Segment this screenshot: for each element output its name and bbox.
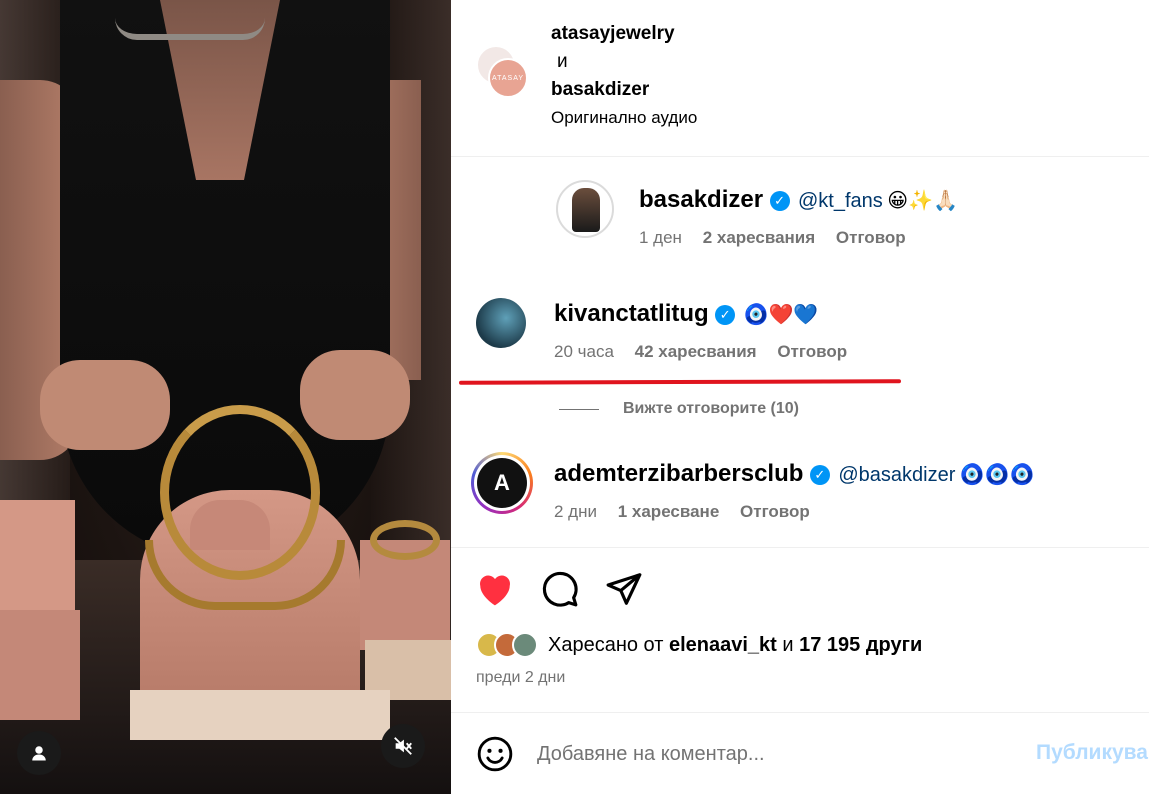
comment-input[interactable] [537, 737, 1017, 771]
comment-emojis: 😀✨🙏🏻 [887, 190, 958, 212]
post-actions: Харесано от elenaavi_kt и 17 195 други п… [451, 547, 1149, 712]
comment-mention[interactable]: @basakdizer [838, 464, 955, 486]
author-conjunction: и [557, 51, 568, 72]
comment-likes[interactable]: 1 харесване [618, 502, 720, 521]
gold-collar-necklace [160, 405, 320, 580]
verified-icon: ✓ [715, 305, 736, 325]
bust-base [130, 690, 390, 740]
comment-time[interactable]: 2 дни [554, 502, 597, 521]
comment-avatar[interactable] [556, 180, 614, 238]
smile-icon[interactable] [476, 735, 514, 773]
annotation-underline [458, 379, 902, 385]
comment-meta: 20 часа 42 харесвания Отговор [554, 342, 863, 362]
comment-body: ademterzibarbersclub ✓ @basakdizer 🧿🧿🧿 2… [554, 460, 1035, 522]
comment-time[interactable]: 20 часа [554, 342, 614, 361]
post-details-panel: ATASAY atasayjewelry и basakdizer Оригин… [451, 0, 1149, 794]
view-replies-button[interactable]: Вижте отговорите (10) [559, 400, 799, 418]
liked-by-user[interactable]: elenaavi_kt [669, 634, 777, 656]
post-header: ATASAY atasayjewelry и basakdizer Оригин… [451, 0, 1149, 157]
replies-divider [559, 408, 599, 410]
liker-avatar[interactable] [512, 632, 538, 658]
liked-by-prefix: Харесано от [548, 633, 664, 656]
comment-time[interactable]: 1 ден [639, 228, 682, 247]
comment-emojis: 🧿🧿🧿 [959, 464, 1035, 486]
avatar-logo-text: ATASAY [491, 74, 525, 82]
liked-by-others[interactable]: 17 195 други [799, 634, 922, 656]
verified-icon: ✓ [809, 465, 830, 485]
model-hand-left [40, 360, 170, 450]
post-comment-button[interactable]: Публикувай [1036, 741, 1149, 765]
comment-likes[interactable]: 42 харесвания [635, 342, 757, 361]
comment-avatar[interactable] [476, 298, 526, 348]
author-link-2[interactable]: basakdizer [551, 76, 697, 104]
comment-username[interactable]: basakdizer [639, 186, 763, 213]
muted-speaker-icon [394, 737, 412, 755]
comment-username[interactable]: kivanctatlitug [554, 300, 709, 327]
audio-link[interactable]: Оригинално аудио [551, 104, 697, 132]
comment-avatar[interactable]: A [471, 452, 533, 514]
comment-likes[interactable]: 2 харесвания [703, 228, 815, 247]
avatar-atasayjewelry[interactable]: ATASAY [488, 58, 528, 98]
view-replies-label: Вижте отговорите (10) [623, 400, 799, 417]
liked-by-text: Харесано от elenaavi_kt и 17 195 други [548, 634, 922, 657]
choker-necklace [115, 18, 265, 40]
liked-by: Харесано от elenaavi_kt и 17 195 други [476, 632, 922, 658]
comment-body: kivanctatlitug ✓ 🧿❤️💙 20 часа 42 харесва… [554, 300, 863, 362]
display-box-left-lower [0, 610, 80, 720]
reply-button[interactable]: Отговор [740, 502, 810, 521]
comment-meta: 1 ден 2 харесвания Отговор [639, 228, 958, 248]
comment-mention[interactable]: @kt_fans [798, 190, 883, 212]
bangle-bracelet [370, 520, 440, 560]
comment-username[interactable]: ademterzibarbersclub [554, 460, 803, 487]
action-icons [475, 570, 643, 608]
model-hand-right [300, 350, 410, 440]
post-time[interactable]: преди 2 дни [476, 669, 565, 687]
comment-icon[interactable] [541, 570, 579, 608]
mute-toggle-button[interactable] [381, 724, 425, 768]
reply-button[interactable]: Отговор [836, 228, 906, 247]
user-icon [32, 746, 46, 761]
verified-icon: ✓ [769, 191, 790, 211]
comment-composer: Публикувай [451, 712, 1149, 794]
post-media[interactable] [0, 0, 451, 794]
comment-body: basakdizer ✓ @kt_fans 😀✨🙏🏻 1 ден 2 харес… [639, 186, 958, 248]
heart-icon[interactable] [475, 571, 515, 607]
post-authors: atasayjewelry и basakdizer Оригинално ау… [551, 20, 697, 132]
reply-button[interactable]: Отговор [777, 342, 847, 361]
comment-meta: 2 дни 1 харесване Отговор [554, 502, 1035, 522]
share-icon[interactable] [605, 570, 643, 608]
author-link-1[interactable]: atasayjewelry [551, 20, 697, 48]
liked-by-and: и [782, 633, 794, 656]
comment-emojis: 🧿❤️💙 [743, 304, 819, 326]
tagged-users-button[interactable] [17, 731, 61, 775]
